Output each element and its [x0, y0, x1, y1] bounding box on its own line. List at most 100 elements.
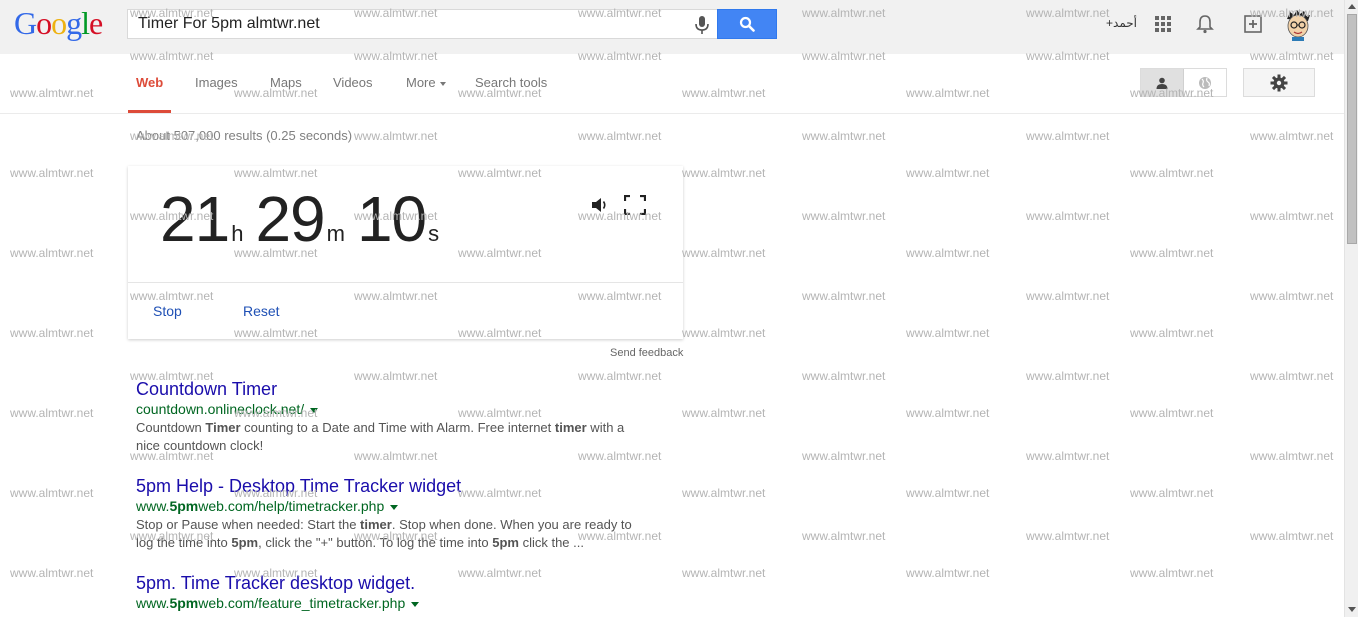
logo-letter: g [66, 5, 82, 41]
watermark-text: www.almtwr.net [906, 166, 990, 180]
apps-grid-icon[interactable] [1152, 12, 1174, 36]
timer-seconds: 10 [356, 183, 427, 255]
result-stats: About 507,000 results (0.25 seconds) [136, 128, 353, 143]
personal-results-button[interactable] [1141, 69, 1184, 96]
tab-videos[interactable]: Videos [333, 75, 373, 90]
watermark-text: www.almtwr.net [1026, 529, 1110, 543]
nav-bar: Web Images Maps Videos More Search tools [0, 54, 1344, 114]
tab-maps[interactable]: Maps [270, 75, 302, 90]
mic-icon[interactable] [693, 15, 711, 35]
watermark-text: www.almtwr.net [10, 166, 94, 180]
scroll-up-arrow-icon[interactable] [1348, 4, 1356, 9]
result-title-link[interactable]: 5pm. Time Tracker desktop widget. [136, 573, 646, 594]
text-segment: click the ... [518, 535, 584, 550]
logo-letter: l [81, 5, 90, 41]
watermark-text: www.almtwr.net [802, 449, 886, 463]
watermark-text: www.almtwr.net [906, 326, 990, 340]
text-segment: Countdown [136, 420, 206, 435]
watermark-text: www.almtwr.net [1130, 406, 1214, 420]
scrollbar[interactable] [1344, 0, 1358, 617]
timer-hours: 21 [160, 183, 230, 255]
send-feedback-link[interactable]: Send feedback [610, 347, 683, 359]
share-plus-icon[interactable] [1242, 12, 1264, 36]
result-url: www.5pmweb.com/feature_timetracker.php [136, 595, 646, 611]
logo-letter: e [89, 5, 103, 41]
bold-term: timer [554, 420, 587, 435]
watermark-text: www.almtwr.net [10, 246, 94, 260]
watermark-text: www.almtwr.net [1026, 289, 1110, 303]
watermark-text: www.almtwr.net [906, 566, 990, 580]
timer-seconds-unit: s [428, 221, 440, 246]
watermark-text: www.almtwr.net [802, 529, 886, 543]
search-result: 5pm. Time Tracker desktop widget. www.5p… [136, 573, 646, 611]
bold-term: Timer [205, 420, 241, 435]
text-segment: web.com/help/timetracker.php [198, 498, 385, 514]
watermark-text: www.almtwr.net [1250, 129, 1334, 143]
watermark-text: www.almtwr.net [578, 129, 662, 143]
user-name-link[interactable]: +أحمد [1106, 16, 1137, 30]
notifications-bell-icon[interactable] [1194, 12, 1216, 36]
search-input[interactable] [138, 15, 678, 33]
scroll-down-arrow-icon[interactable] [1348, 607, 1356, 612]
tab-web[interactable]: Web [136, 75, 163, 90]
reset-button[interactable]: Reset [243, 303, 280, 319]
watermark-text: www.almtwr.net [802, 369, 886, 383]
tab-search-tools[interactable]: Search tools [475, 75, 547, 90]
search-button[interactable] [717, 9, 777, 39]
watermark-text: www.almtwr.net [10, 406, 94, 420]
logo-letter: o [51, 5, 67, 41]
watermark-text: www.almtwr.net [1130, 486, 1214, 500]
watermark-text: www.almtwr.net [10, 566, 94, 580]
watermark-text: www.almtwr.net [1026, 209, 1110, 223]
timer-divider [128, 282, 683, 283]
bold-term: timer [360, 517, 392, 532]
watermark-text: www.almtwr.net [1026, 369, 1110, 383]
text-segment: counting to a Date and Time with Alarm. … [240, 420, 555, 435]
stop-button[interactable]: Stop [153, 303, 182, 319]
search-box[interactable] [127, 9, 717, 39]
watermark-text: www.almtwr.net [682, 166, 766, 180]
watermark-text: www.almtwr.net [1130, 326, 1214, 340]
watermark-text: www.almtwr.net [10, 486, 94, 500]
watermark-text: www.almtwr.net [1250, 529, 1334, 543]
watermark-text: www.almtwr.net [10, 326, 94, 340]
result-snippet: Stop or Pause when needed: Start the tim… [136, 516, 646, 552]
result-title-link[interactable]: Countdown Timer [136, 379, 646, 400]
global-results-button[interactable] [1184, 69, 1227, 96]
url-options-arrow-icon[interactable] [411, 601, 420, 607]
avatar[interactable] [1283, 9, 1313, 41]
timer-minutes: 29 [255, 183, 325, 255]
bold-term: 5pm [231, 535, 259, 550]
person-icon [1156, 77, 1168, 89]
top-header: Google +أحمد [0, 0, 1344, 54]
timer-hours-unit: h [231, 221, 244, 246]
logo-letter: G [14, 5, 37, 41]
timer-display: 21h 29m 10s [160, 182, 451, 256]
result-url-text: www.5pmweb.com/feature_timetracker.php [136, 595, 405, 611]
active-tab-indicator [128, 110, 171, 113]
result-title-link[interactable]: 5pm Help - Desktop Time Tracker widget [136, 476, 646, 497]
watermark-text: www.almtwr.net [1026, 129, 1110, 143]
search-result: 5pm Help - Desktop Time Tracker widget w… [136, 476, 646, 552]
fullscreen-icon[interactable] [624, 195, 646, 215]
watermark-text: www.almtwr.net [682, 406, 766, 420]
chevron-down-icon [439, 81, 446, 86]
personal-results-toggle [1140, 68, 1227, 97]
text-segment: , click the "+" button. To log the time … [258, 535, 493, 550]
url-options-arrow-icon[interactable] [310, 407, 319, 413]
search-result: Countdown Timer countdown.onlineclock.ne… [136, 379, 646, 455]
google-logo[interactable]: Google [14, 5, 103, 42]
watermark-text: www.almtwr.net [682, 486, 766, 500]
url-options-arrow-icon[interactable] [390, 504, 399, 510]
watermark-text: www.almtwr.net [1130, 566, 1214, 580]
watermark-text: www.almtwr.net [682, 326, 766, 340]
text-segment: Stop or Pause when needed: Start the [136, 517, 361, 532]
sound-icon[interactable] [590, 196, 610, 214]
watermark-text: www.almtwr.net [1250, 369, 1334, 383]
tab-more[interactable]: More [406, 75, 446, 90]
tab-images[interactable]: Images [195, 75, 238, 90]
text-segment: www. [136, 498, 170, 514]
result-url-text: www.5pmweb.com/help/timetracker.php [136, 498, 384, 514]
settings-button[interactable] [1243, 68, 1315, 97]
scrollbar-thumb[interactable] [1347, 14, 1357, 244]
